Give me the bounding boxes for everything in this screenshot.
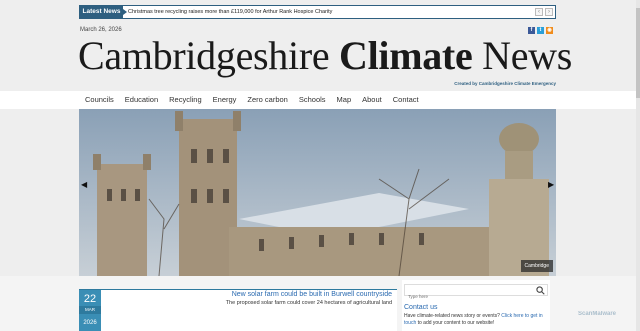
scanmalware-badge[interactable]: ScanMalware bbox=[578, 311, 616, 317]
search-icon[interactable] bbox=[536, 286, 545, 295]
site-title-part-1: Cambridgeshire bbox=[78, 33, 339, 78]
slider-prev-arrow-icon[interactable]: ◀ bbox=[81, 180, 87, 189]
news-ticker: Latest News Christmas tree recycling rai… bbox=[79, 5, 556, 19]
contact-heading: Contact us bbox=[404, 304, 438, 311]
nav-item-education[interactable]: Education bbox=[125, 91, 158, 109]
article-summary: The proposed solar farm could cover 24 h… bbox=[225, 300, 392, 306]
search-box bbox=[404, 284, 548, 302]
main-nav: Councils Education Recycling Energy Zero… bbox=[0, 91, 640, 109]
nav-item-map[interactable]: Map bbox=[337, 91, 352, 109]
article-year: 2026 bbox=[83, 320, 97, 326]
ticker-controls: ‹ › bbox=[535, 8, 553, 16]
ticker-headline-link[interactable]: Christmas tree recycling raises more tha… bbox=[128, 6, 332, 18]
site-title-part-2: Climate bbox=[339, 33, 473, 78]
hero-caption: Cambridge bbox=[520, 260, 553, 272]
nav-item-schools[interactable]: Schools bbox=[299, 91, 326, 109]
scrollbar-thumb[interactable] bbox=[636, 8, 640, 98]
site-credit[interactable]: Created by Cambridgeshire Climate Emerge… bbox=[454, 81, 556, 86]
contact-text-before: Have climate-related news story or event… bbox=[404, 313, 502, 319]
nav-item-contact[interactable]: Contact bbox=[393, 91, 419, 109]
slider-next-arrow-icon[interactable]: ▶ bbox=[548, 180, 554, 189]
page-scrollbar[interactable] bbox=[636, 0, 640, 331]
article-month: MAR bbox=[79, 306, 101, 314]
nav-item-zero-carbon[interactable]: Zero carbon bbox=[247, 91, 287, 109]
sidebar: Contact us Have climate-related news sto… bbox=[402, 280, 550, 331]
nav-item-councils[interactable]: Councils bbox=[85, 91, 114, 109]
contact-text: Have climate-related news story or event… bbox=[404, 313, 550, 327]
site-title[interactable]: Cambridgeshire Climate News bbox=[78, 33, 572, 79]
article-day: 22 bbox=[83, 293, 97, 305]
nav-item-energy[interactable]: Energy bbox=[213, 91, 237, 109]
article-card[interactable]: 22 MAR 2026 New solar farm could be buil… bbox=[79, 289, 397, 331]
ticker-prev-button[interactable]: ‹ bbox=[535, 8, 543, 16]
nav-item-recycling[interactable]: Recycling bbox=[169, 91, 202, 109]
search-input[interactable] bbox=[405, 291, 530, 302]
article-title-link[interactable]: New solar farm could be built in Burwell… bbox=[232, 291, 392, 298]
article-date-box: 22 MAR 2026 bbox=[79, 290, 101, 331]
site-title-part-3: News bbox=[472, 33, 573, 78]
hero-image bbox=[79, 109, 556, 276]
hero-slider[interactable]: Cambridge bbox=[79, 109, 556, 276]
nav-item-about[interactable]: About bbox=[362, 91, 382, 109]
ticker-label: Latest News bbox=[80, 6, 127, 18]
contact-text-after: to add your content to our website! bbox=[416, 320, 495, 326]
ticker-next-button[interactable]: › bbox=[545, 8, 553, 16]
